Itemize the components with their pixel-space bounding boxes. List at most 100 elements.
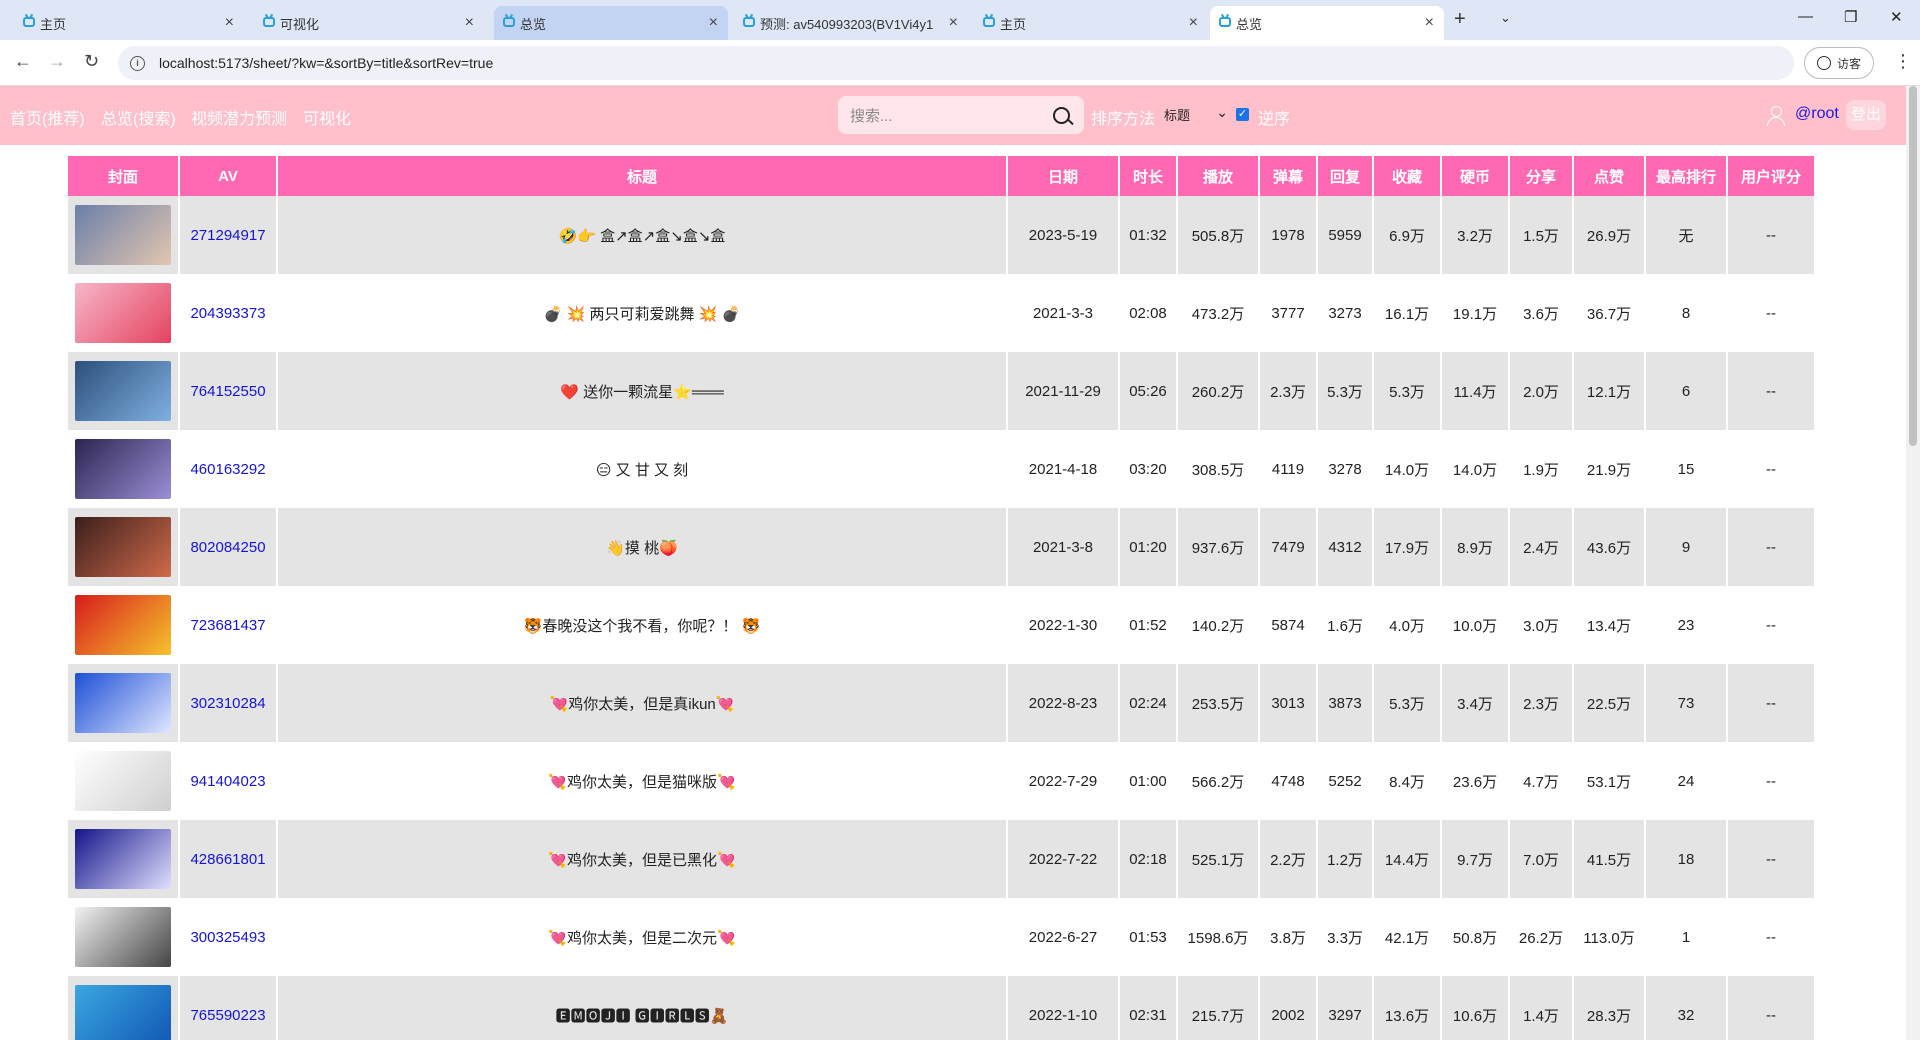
username-link[interactable]: @root — [1795, 105, 1839, 123]
nav-predict-link[interactable]: 视频潜力预测 — [191, 105, 287, 129]
av-link[interactable]: 271294917 — [190, 227, 265, 244]
share-cell: 7.0万 — [1510, 820, 1572, 898]
video-cover-image[interactable] — [75, 205, 171, 265]
reply-cell: 3278 — [1318, 430, 1372, 508]
like-cell: 21.9万 — [1574, 430, 1644, 508]
nav-visualize-link[interactable]: 可视化 — [303, 105, 351, 129]
play-cell: 937.6万 — [1178, 508, 1258, 586]
title-cell: 💘鸡你太美，但是二次元💘 — [278, 898, 1006, 976]
video-cover-image[interactable] — [75, 673, 171, 733]
rank-cell: 18 — [1646, 820, 1726, 898]
rank-cell: 15 — [1646, 430, 1726, 508]
video-cover-image[interactable] — [75, 751, 171, 811]
av-link[interactable]: 802084250 — [190, 539, 265, 556]
page-scrollbar[interactable] — [1906, 86, 1920, 1040]
av-link[interactable]: 765590223 — [190, 1007, 265, 1024]
duration-cell: 02:18 — [1120, 820, 1176, 898]
cover-cell — [68, 586, 178, 664]
search-icon[interactable] — [1053, 107, 1070, 124]
coin-cell: 23.6万 — [1442, 742, 1508, 820]
sort-select[interactable]: 标题 ⌄ — [1160, 100, 1232, 128]
av-link[interactable]: 764152550 — [190, 383, 265, 400]
nav-overview-link[interactable]: 总览(搜索) — [101, 105, 176, 129]
duration-cell: 01:52 — [1120, 586, 1176, 664]
title-cell: 💘鸡你太美，但是已黑化💘 — [278, 820, 1006, 898]
bilibili-tv-icon — [1219, 17, 1231, 27]
browser-menu-icon[interactable]: ⋮ — [1894, 51, 1912, 72]
close-tab-icon[interactable]: × — [949, 14, 958, 32]
scrollbar-thumb[interactable] — [1909, 86, 1917, 446]
av-link[interactable]: 204393373 — [190, 305, 265, 322]
video-cover-image[interactable] — [75, 283, 171, 343]
duration-cell: 03:20 — [1120, 430, 1176, 508]
browser-tab[interactable]: 可视化 × — [254, 6, 484, 40]
rank-cell: 8 — [1646, 274, 1726, 352]
av-link[interactable]: 428661801 — [190, 851, 265, 868]
av-link[interactable]: 302310284 — [190, 695, 265, 712]
video-cover-image[interactable] — [75, 595, 171, 655]
share-cell: 4.7万 — [1510, 742, 1572, 820]
tab-search-chevron-icon[interactable]: ⌄ — [1500, 10, 1511, 26]
forward-arrow-icon[interactable]: → — [48, 51, 66, 72]
profile-button[interactable]: 访客 — [1804, 47, 1874, 79]
reload-icon[interactable]: ↻ — [84, 51, 99, 72]
rank-cell: 6 — [1646, 352, 1726, 430]
fav-cell: 14.0万 — [1374, 430, 1440, 508]
logout-button[interactable]: 登出 — [1846, 100, 1886, 130]
close-tab-icon[interactable]: × — [709, 14, 718, 32]
rating-cell: -- — [1728, 664, 1814, 742]
close-tab-icon[interactable]: × — [465, 14, 474, 32]
rank-cell: 24 — [1646, 742, 1726, 820]
search-input[interactable] — [848, 96, 1042, 136]
back-arrow-icon[interactable]: ← — [14, 51, 32, 72]
fav-cell: 42.1万 — [1374, 898, 1440, 976]
date-cell: 2021-3-8 — [1008, 508, 1118, 586]
close-window-icon[interactable]: ✕ — [1890, 8, 1903, 26]
reverse-checkbox[interactable]: ✓ — [1236, 108, 1249, 121]
nav-home-link[interactable]: 首页(推荐) — [10, 105, 85, 129]
rank-cell: 1 — [1646, 898, 1726, 976]
browser-tab[interactable]: 主页 × — [974, 6, 1208, 40]
av-link[interactable]: 723681437 — [190, 617, 265, 634]
play-cell: 473.2万 — [1178, 274, 1258, 352]
close-tab-icon[interactable]: × — [1189, 14, 1198, 32]
play-cell: 308.5万 — [1178, 430, 1258, 508]
browser-tab[interactable]: 总览 × — [1210, 6, 1444, 40]
video-cover-image[interactable] — [75, 829, 171, 889]
av-link[interactable]: 941404023 — [190, 773, 265, 790]
date-cell: 2022-1-10 — [1008, 976, 1118, 1040]
video-cover-image[interactable] — [75, 907, 171, 967]
rating-cell: -- — [1728, 430, 1814, 508]
video-cover-image[interactable] — [75, 361, 171, 421]
av-cell: 204393373 — [180, 274, 276, 352]
address-input[interactable]: i localhost:5173/sheet/?kw=&sortBy=title… — [118, 46, 1794, 80]
av-cell: 802084250 — [180, 508, 276, 586]
duration-cell: 01:53 — [1120, 898, 1176, 976]
site-info-icon[interactable]: i — [130, 55, 145, 71]
browser-tab[interactable]: 主页 × — [14, 6, 244, 40]
av-link[interactable]: 460163292 — [190, 461, 265, 478]
restore-icon[interactable]: ❐ — [1844, 8, 1857, 26]
close-tab-icon[interactable]: × — [1425, 14, 1434, 32]
new-tab-button[interactable]: + — [1454, 8, 1466, 31]
like-cell: 113.0万 — [1574, 898, 1644, 976]
column-header: 时长 — [1120, 156, 1176, 196]
duration-cell: 02:31 — [1120, 976, 1176, 1040]
danmaku-cell: 5874 — [1260, 586, 1316, 664]
cover-cell — [68, 508, 178, 586]
column-header: 收藏 — [1374, 156, 1440, 196]
duration-cell: 01:32 — [1120, 196, 1176, 274]
danmaku-cell: 1978 — [1260, 196, 1316, 274]
browser-tab[interactable]: 总览 × — [494, 6, 728, 40]
like-cell: 43.6万 — [1574, 508, 1644, 586]
column-header: 分享 — [1510, 156, 1572, 196]
minimize-icon[interactable]: — — [1798, 8, 1813, 25]
video-cover-image[interactable] — [75, 517, 171, 577]
close-tab-icon[interactable]: × — [225, 14, 234, 32]
video-cover-image[interactable] — [75, 439, 171, 499]
fav-cell: 4.0万 — [1374, 586, 1440, 664]
reply-cell: 3297 — [1318, 976, 1372, 1040]
av-link[interactable]: 300325493 — [190, 929, 265, 946]
browser-tab[interactable]: 预测: av540993203(BV1Vi4y1 × — [734, 6, 968, 40]
video-cover-image[interactable] — [75, 985, 171, 1040]
